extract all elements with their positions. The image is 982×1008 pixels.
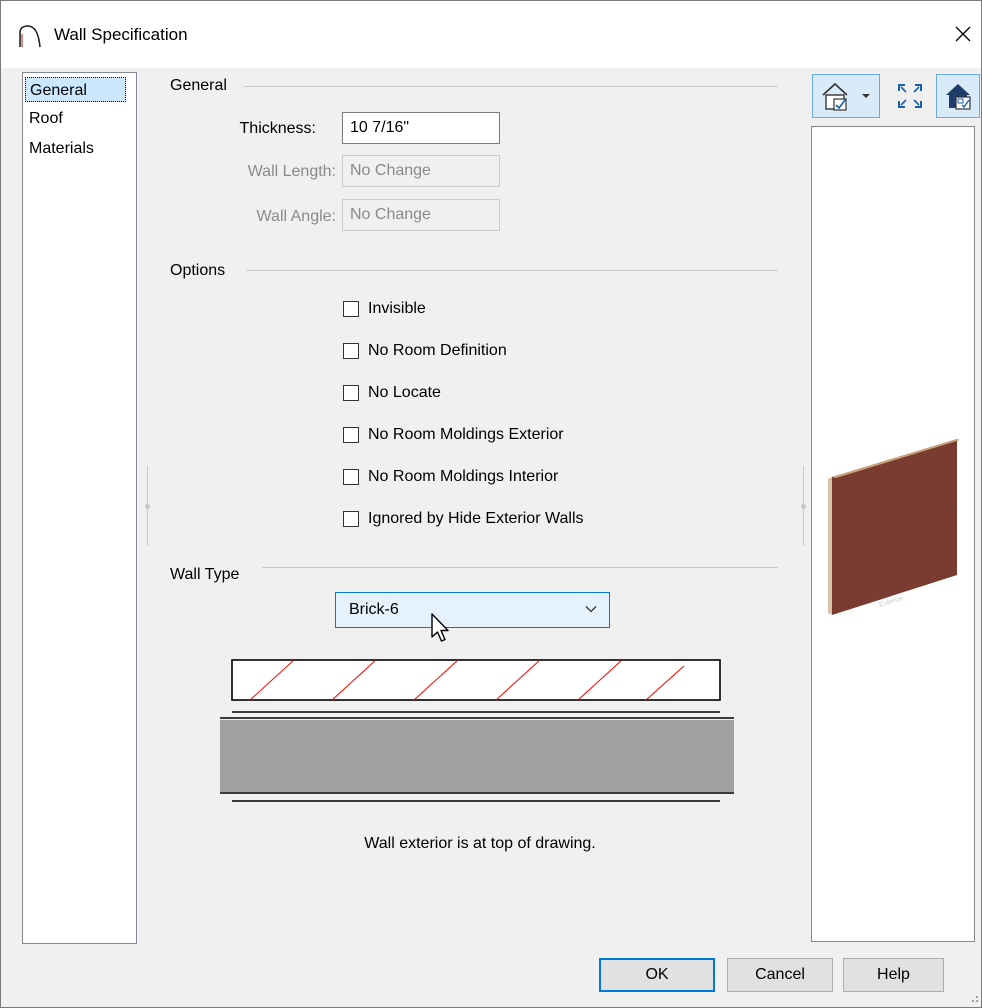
options-group-label: Options [170, 262, 234, 280]
wall-type-group-divider [262, 567, 778, 568]
no-room-moldings-interior-label: No Room Moldings Interior [368, 468, 559, 485]
help-button[interactable]: Help [843, 958, 944, 992]
ok-button[interactable]: OK [599, 958, 715, 992]
view-toggle-button[interactable] [812, 74, 880, 118]
no-locate-label: No Locate [368, 384, 441, 401]
fill-window-button[interactable] [890, 74, 930, 118]
nav-item-general[interactable]: General [25, 77, 126, 102]
no-room-definition-checkbox[interactable] [343, 343, 359, 359]
category-list[interactable]: General Roof Materials [22, 72, 137, 944]
wall-length-input[interactable]: No Change [342, 155, 500, 187]
wall-type-dropdown[interactable]: Brick-6 [335, 592, 610, 628]
close-button[interactable] [944, 14, 982, 54]
preview-toolbar [806, 74, 982, 124]
wall-preview-panel[interactable]: Exterior [811, 126, 975, 942]
close-icon [955, 26, 971, 42]
preview-options-button[interactable] [936, 74, 980, 118]
nav-item-roof[interactable]: Roof [25, 106, 67, 131]
ignored-by-hide-exterior-walls-option[interactable]: Ignored by Hide Exterior Walls [343, 507, 584, 531]
fill-window-icon [898, 84, 922, 108]
wall-angle-input[interactable]: No Change [342, 199, 500, 231]
chevron-down-icon [862, 94, 870, 98]
no-room-definition-option[interactable]: No Room Definition [343, 339, 507, 363]
options-group-divider [246, 270, 778, 271]
thickness-label: Thickness: [239, 120, 316, 137]
no-room-moldings-interior-option[interactable]: No Room Moldings Interior [343, 465, 558, 489]
chevron-down-icon [585, 606, 597, 613]
wall-type-group-label: Wall Type [170, 566, 248, 584]
no-locate-option[interactable]: No Locate [343, 381, 441, 405]
no-room-moldings-exterior-label: No Room Moldings Exterior [368, 426, 564, 443]
no-room-moldings-interior-checkbox[interactable] [343, 469, 359, 485]
left-splitter-grip [145, 504, 150, 509]
invisible-checkbox[interactable] [343, 301, 359, 317]
no-locate-checkbox[interactable] [343, 385, 359, 401]
right-splitter-grip [801, 504, 806, 509]
window-title: Wall Specification [54, 25, 188, 44]
wall-type-selected-value: Brick-6 [349, 601, 399, 618]
cancel-button[interactable]: Cancel [727, 958, 833, 992]
no-room-moldings-exterior-option[interactable]: No Room Moldings Exterior [343, 423, 564, 447]
mouse-pointer-icon [431, 613, 449, 642]
wall-3d-preview: Exterior [828, 439, 960, 615]
wall-angle-label: Wall Angle: [256, 208, 336, 225]
no-room-moldings-exterior-checkbox[interactable] [343, 427, 359, 443]
wall-arch-icon [19, 25, 41, 48]
invisible-checkbox-label: Invisible [368, 300, 426, 317]
core-layer [220, 717, 734, 794]
resize-grip-icon[interactable] [966, 990, 980, 1004]
house-view-icon [822, 82, 848, 111]
ignored-by-hide-exterior-walls-label: Ignored by Hide Exterior Walls [368, 510, 584, 527]
nav-item-materials[interactable]: Materials [25, 136, 98, 161]
wall-exterior-hint-text: Wall exterior is at top of drawing. [364, 835, 596, 852]
thickness-input[interactable]: 10 7/16" [342, 112, 500, 144]
general-group-divider [244, 86, 778, 87]
wall-type-section-diagram [220, 659, 734, 802]
wall-length-label: Wall Length: [247, 163, 336, 180]
general-group-label: General [170, 77, 235, 95]
house-preview-icon [946, 84, 971, 110]
brick-layer [231, 659, 721, 701]
invisible-option[interactable]: Invisible [343, 297, 426, 321]
ignored-by-hide-exterior-walls-checkbox[interactable] [343, 511, 359, 527]
no-room-definition-label: No Room Definition [368, 342, 507, 359]
